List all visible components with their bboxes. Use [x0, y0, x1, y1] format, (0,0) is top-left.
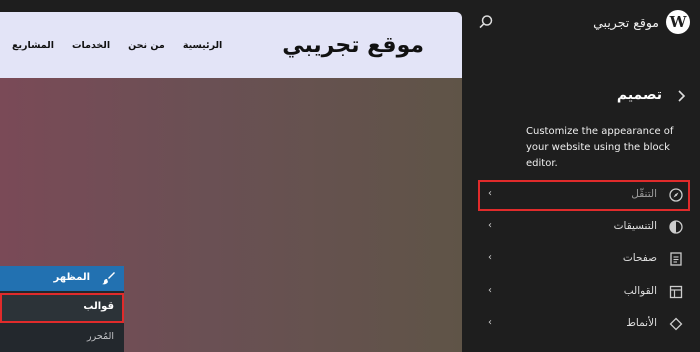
paintbrush-icon: [102, 272, 115, 285]
chevron-left-icon: ‹: [488, 220, 492, 231]
half-circle-icon: [669, 220, 683, 234]
chevron-left-icon: ‹: [488, 317, 492, 328]
admin-menu-editor[interactable]: المُحرر: [0, 324, 124, 352]
menu-item-home[interactable]: الرئيسية: [183, 40, 222, 51]
site-header: موقع تجريبي الرئيسية من نحن الخدمات المش…: [0, 12, 462, 78]
admin-menu-appearance[interactable]: المظهر: [0, 266, 124, 291]
admin-menu-themes-label: قوالب: [83, 301, 114, 312]
search-icon[interactable]: [478, 14, 494, 30]
diamond-icon: [669, 317, 683, 331]
layout-icon: [669, 285, 683, 299]
compass-icon: [669, 188, 683, 202]
nav-item-label: القوالب: [623, 285, 657, 297]
panel-description: Customize the appearance of your website…: [526, 126, 674, 169]
menu-item-services[interactable]: الخدمات: [72, 40, 110, 51]
nav-item-pages[interactable]: ‹ صفحات: [478, 244, 690, 275]
menu-item-projects[interactable]: المشاريع: [12, 40, 54, 51]
site-navigation: الرئيسية من نحن الخدمات المشاريع: [12, 40, 222, 51]
chevron-left-icon: ‹: [488, 285, 492, 296]
back-button[interactable]: [672, 87, 690, 105]
site-title[interactable]: موقع تجريبي: [593, 15, 659, 30]
menu-item-about[interactable]: من نحن: [128, 40, 165, 51]
nav-item-navigation[interactable]: ‹ التنقّل: [478, 180, 690, 211]
nav-item-label: التنسيقات: [613, 220, 657, 232]
panel-heading: تصميم: [616, 87, 662, 103]
nav-item-patterns[interactable]: ‹ الأنماط: [478, 309, 690, 340]
nav-item-label: صفحات: [622, 252, 657, 264]
admin-menu-themes[interactable]: قوالب: [0, 293, 124, 323]
nav-item-label: التنقّل: [631, 188, 657, 200]
chevron-left-icon: ‹: [488, 252, 492, 263]
nav-item-templates[interactable]: ‹ القوالب: [478, 277, 690, 308]
site-brand[interactable]: موقع تجريبي: [282, 33, 424, 58]
admin-menu-editor-label: المُحرر: [87, 331, 114, 342]
page-icon: [670, 252, 682, 266]
chevron-left-icon: ‹: [488, 188, 492, 199]
admin-menu: المظهر قوالب المُحرر: [0, 266, 124, 352]
chevron-right-icon: [678, 90, 686, 102]
wordpress-logo-icon[interactable]: W: [666, 10, 690, 34]
admin-menu-appearance-label: المظهر: [53, 272, 90, 283]
nav-item-styles[interactable]: ‹ التنسيقات: [478, 212, 690, 243]
nav-item-label: الأنماط: [626, 317, 657, 329]
